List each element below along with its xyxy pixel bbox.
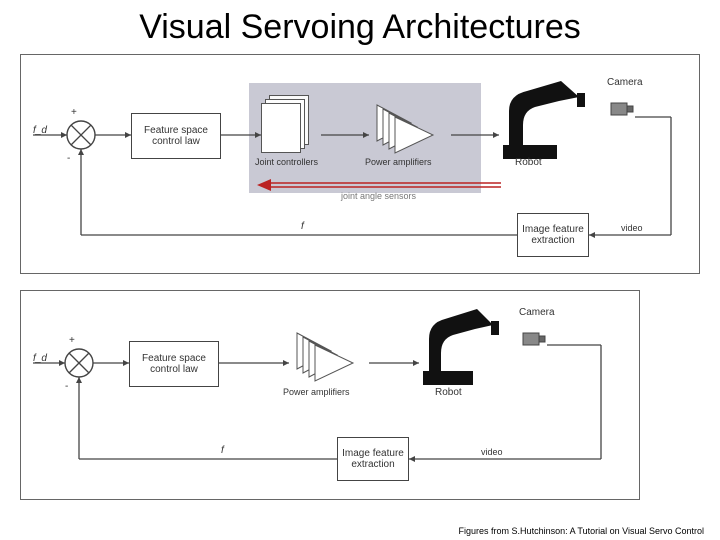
robot-bottom xyxy=(419,297,529,393)
f-label-top: f xyxy=(301,221,304,232)
joint-ctrl-stack-1 xyxy=(261,103,301,153)
camera-label-bottom: Camera xyxy=(519,307,555,318)
control-law-block-bottom: Feature space control law xyxy=(129,341,219,387)
feature-extraction-bottom: Image feature extraction xyxy=(337,437,409,481)
robot-top xyxy=(499,67,619,167)
power-amps-bottom xyxy=(289,327,371,385)
joint-sensors-label: joint angle sensors xyxy=(341,191,416,201)
power-amps-top xyxy=(369,99,451,157)
control-law-block-top: Feature space control law xyxy=(131,113,221,159)
robot-label-top: Robot xyxy=(515,157,542,168)
video-label-top: video xyxy=(621,223,643,233)
diagram-bottom-panel: f_d + - Feature space control law xyxy=(20,290,640,500)
f-label-bottom: f xyxy=(221,445,224,456)
citation-text: Figures from S.Hutchinson: A Tutorial on… xyxy=(459,526,704,536)
camera-bottom xyxy=(521,325,549,353)
camera-top xyxy=(609,95,637,123)
camera-label-top: Camera xyxy=(607,77,643,88)
power-amp-label-bottom: Power amplifiers xyxy=(283,387,350,397)
diagram-top-panel: f_d + - Feature xyxy=(20,54,700,274)
video-label-bottom: video xyxy=(481,447,503,457)
page-title: Visual Servoing Architectures xyxy=(0,0,720,51)
joint-controllers-label: Joint controllers xyxy=(255,157,318,167)
feature-extraction-top: Image feature extraction xyxy=(517,213,589,257)
robot-label-bottom: Robot xyxy=(435,387,462,398)
power-amp-label-top: Power amplifiers xyxy=(365,157,432,167)
